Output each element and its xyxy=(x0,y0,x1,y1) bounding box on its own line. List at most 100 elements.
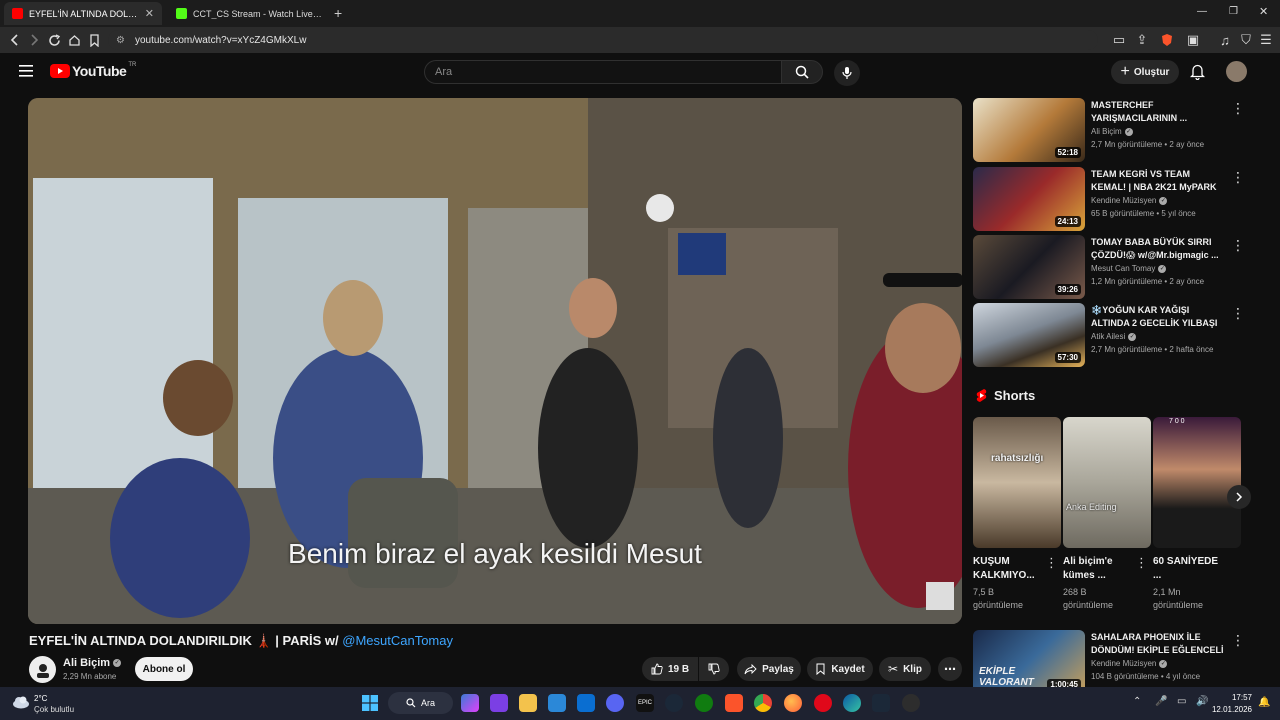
taskbar-search[interactable]: Ara xyxy=(388,692,453,714)
brave-browser-icon[interactable] xyxy=(725,694,743,712)
tab-kick[interactable]: CCT_CS Stream - Watch Live on Kick xyxy=(168,2,330,25)
new-tab-button[interactable]: + xyxy=(334,5,342,21)
close-tab-icon[interactable]: ✕ xyxy=(145,7,154,20)
like-button[interactable]: 19 B xyxy=(642,657,698,681)
verified-icon: ✓ xyxy=(1128,332,1137,341)
microphone-icon[interactable]: 🎤 xyxy=(1155,696,1167,707)
channel-avatar[interactable] xyxy=(29,656,56,683)
copilot-icon[interactable] xyxy=(461,694,479,712)
close-window-button[interactable]: ✕ xyxy=(1259,5,1268,18)
bookmark-icon[interactable] xyxy=(85,31,103,49)
wallet-icon[interactable]: ▣ xyxy=(1184,31,1202,49)
share-button[interactable]: Paylaş xyxy=(737,657,801,681)
address-bar[interactable]: ⚙ youtube.com/watch?v=xYcZ4GMkXLw xyxy=(108,30,1098,50)
rec-title: TEAM KEGRİ VS TEAM KEMAL! | NBA 2K21 MyP… xyxy=(1091,169,1217,192)
video-player[interactable]: Benim biraz el ayak kesildi Mesut xyxy=(28,98,962,624)
search-input[interactable]: Ara xyxy=(424,60,781,84)
dislike-button[interactable] xyxy=(699,657,729,681)
browser-toolbar: ⚙ youtube.com/watch?v=xYcZ4GMkXLw ▭ ⇪ ▣ … xyxy=(0,27,1280,53)
rec-channel: Mesut Can Tomay ✓ xyxy=(1091,264,1167,273)
steam-icon[interactable] xyxy=(665,694,683,712)
clip-button[interactable]: ✂ Klip xyxy=(879,657,931,681)
recommendation-item[interactable]: 52:18 MASTERCHEF YARIŞMACILARININ ... Al… xyxy=(973,98,1253,162)
notifications-bell-icon[interactable] xyxy=(1189,63,1206,83)
recommendation-item[interactable]: 57:30 ❄️YOĞUN KAR YAĞIŞI ALTINDA 2 GECEL… xyxy=(973,303,1253,367)
restore-button[interactable]: ❐ xyxy=(1229,6,1238,17)
duration-badge: 57:30 xyxy=(1054,352,1081,363)
outlook-icon[interactable] xyxy=(577,694,595,712)
firefox-icon[interactable] xyxy=(784,694,802,712)
shorts-next-button[interactable] xyxy=(1227,485,1251,509)
plus-icon: + xyxy=(1120,63,1130,80)
vpn-icon[interactable]: ⛉ xyxy=(1237,31,1255,49)
more-options-icon[interactable]: ⋮ xyxy=(1231,632,1245,649)
home-icon[interactable] xyxy=(65,31,83,49)
account-avatar[interactable] xyxy=(1226,61,1247,82)
forward-icon[interactable] xyxy=(25,31,43,49)
opera-icon[interactable] xyxy=(814,694,832,712)
video-thumbnail: EKİPLE VALORANT 1:00:45 xyxy=(973,630,1085,694)
create-label: Oluştur xyxy=(1133,66,1170,78)
video-thumbnail: 52:18 xyxy=(973,98,1085,162)
minimize-button[interactable]: — xyxy=(1197,6,1207,17)
reader-mode-icon[interactable]: ▭ xyxy=(1110,31,1128,49)
short-thumbnail: rahatsızlığı xyxy=(973,417,1061,548)
youtube-logo[interactable]: YouTube TR xyxy=(50,62,136,79)
brave-shields-icon[interactable] xyxy=(1158,31,1176,49)
share-arrow-icon xyxy=(744,663,757,674)
search-button[interactable] xyxy=(781,60,823,84)
menu-icon[interactable]: ☰ xyxy=(1257,31,1275,49)
short-item[interactable]: Anka Editing Ali biçim'e kümes ... 268 B… xyxy=(1063,417,1151,612)
start-menu-icon[interactable] xyxy=(361,694,379,712)
more-options-icon[interactable]: ⋮ xyxy=(1231,169,1245,186)
network-icon[interactable]: ▭ xyxy=(1177,696,1186,707)
recommendation-item[interactable]: 24:13 TEAM KEGRİ VS TEAM KEMAL! | NBA 2K… xyxy=(973,167,1253,231)
taskbar-search-label: Ara xyxy=(420,698,435,708)
site-settings-icon[interactable]: ⚙ xyxy=(116,35,125,46)
xbox-icon[interactable] xyxy=(695,694,713,712)
clip-label: Klip xyxy=(903,663,922,675)
weather-widget[interactable] xyxy=(12,695,30,712)
epic-games-icon[interactable]: EPIC xyxy=(636,694,654,712)
discord-icon[interactable] xyxy=(606,694,624,712)
recommendation-item[interactable]: EKİPLE VALORANT 1:00:45 SAHALARA PHOENIX… xyxy=(973,630,1253,694)
share-page-icon[interactable]: ⇪ xyxy=(1133,31,1151,49)
voice-search-button[interactable] xyxy=(834,60,860,86)
media-icon[interactable]: ♫ xyxy=(1216,31,1234,49)
short-overlay-text: rahatsızlığı xyxy=(991,453,1044,464)
chevron-up-icon[interactable]: ⌃ xyxy=(1133,696,1141,707)
edge-icon[interactable] xyxy=(843,694,861,712)
rec-title: MASTERCHEF YARIŞMACILARININ ... xyxy=(1091,100,1188,123)
more-options-icon[interactable]: ⋮ xyxy=(1231,305,1245,322)
file-explorer-icon[interactable] xyxy=(519,694,537,712)
create-button[interactable]: + Oluştur xyxy=(1111,60,1179,84)
reload-icon[interactable] xyxy=(45,31,63,49)
short-title: KUŞUM KALKMIYO... xyxy=(973,556,1035,581)
short-item[interactable]: rahatsızlığı KUŞUM KALKMIYO... 7,5 B gör… xyxy=(973,417,1061,612)
more-options-icon[interactable]: ⋮ xyxy=(1231,237,1245,254)
clock-time[interactable]: 17:57 xyxy=(1214,693,1252,702)
channel-name[interactable]: Ali Biçim ✓ xyxy=(63,657,122,669)
more-options-icon[interactable]: ⋮ xyxy=(1045,555,1058,571)
back-icon[interactable] xyxy=(6,31,24,49)
notification-center-icon[interactable]: 🔔 xyxy=(1258,697,1270,708)
guide-menu-icon[interactable] xyxy=(19,65,33,80)
short-item[interactable]: 7 0 0 60 SANİYEDE ... 2,1 Mn görüntüleme xyxy=(1153,417,1241,612)
store-icon[interactable] xyxy=(548,694,566,712)
widgets-app-icon[interactable] xyxy=(490,694,508,712)
save-button[interactable]: Kaydet xyxy=(807,657,873,681)
steam-app-icon[interactable] xyxy=(872,694,890,712)
channel-name-text: Ali Biçim xyxy=(63,657,111,669)
mention-link[interactable]: @MesutCanTomay xyxy=(342,633,453,648)
weather-temp: 2°C xyxy=(34,694,48,703)
more-options-icon[interactable]: ⋮ xyxy=(1135,555,1148,571)
more-actions-icon[interactable]: ⋯ xyxy=(938,657,962,681)
obs-icon[interactable] xyxy=(902,694,920,712)
subscribe-button[interactable]: Abone ol xyxy=(135,657,193,681)
tab-youtube[interactable]: EYFEL'İN ALTINDA DOLANDIRI ✕ xyxy=(4,2,162,25)
chrome-icon[interactable] xyxy=(754,694,772,712)
clock-date[interactable]: 12.01.2026 xyxy=(1206,705,1252,714)
recommendation-item[interactable]: 39:26 TOMAY BABA BÜYÜK SIRRI ÇÖZDÜ!😱 w/@… xyxy=(973,235,1253,299)
video-subtitle: Benim biraz el ayak kesildi Mesut xyxy=(288,538,702,569)
more-options-icon[interactable]: ⋮ xyxy=(1231,100,1245,117)
